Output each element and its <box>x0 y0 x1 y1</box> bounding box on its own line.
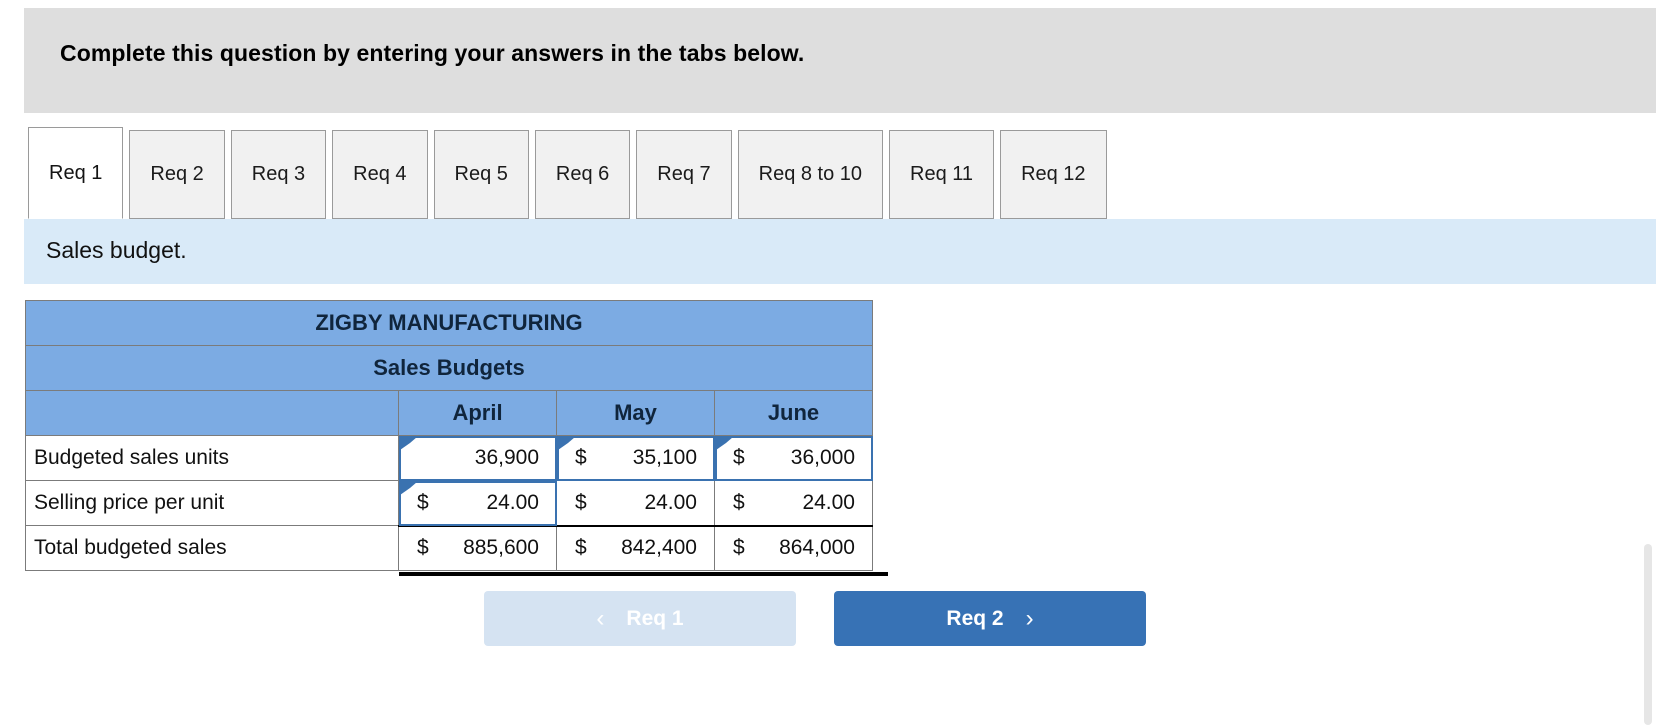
tab-label: Req 4 <box>353 163 407 185</box>
table-row: Budgeted sales units 36,900 $35,100 $36,000 <box>25 435 873 481</box>
subheader-band: Sales budget. <box>24 219 1656 284</box>
column-header-june: June <box>714 390 873 436</box>
row-label: Budgeted sales units <box>25 435 399 481</box>
currency-symbol: $ <box>733 446 745 469</box>
cell-value: 35,100 <box>632 446 697 469</box>
cell-may-r2[interactable]: $24.00 <box>556 480 715 526</box>
tab-req-10[interactable]: Req 12 <box>1000 130 1107 219</box>
requirement-navigation: ‹ Req 1 Req 2 › <box>484 591 1146 646</box>
tab-req-5[interactable]: Req 5 <box>433 130 529 219</box>
currency-symbol: $ <box>733 536 745 560</box>
currency-symbol: $ <box>417 490 429 514</box>
company-name-cell: ZIGBY MANUFACTURING <box>25 300 873 346</box>
next-requirement-label: Req 2 <box>946 606 1004 630</box>
table-company-row: ZIGBY MANUFACTURING <box>25 300 873 346</box>
table-row: Total budgeted sales $885,600 $842,400 $864… <box>25 524 873 571</box>
tab-req-8[interactable]: Req 8 to 10 <box>737 130 884 219</box>
corner-blank-cell <box>25 390 399 436</box>
tab-req-2[interactable]: Req 2 <box>129 130 225 219</box>
cell-value: 842,400 <box>621 536 697 560</box>
tab-label: Req 7 <box>657 163 711 185</box>
requirement-tabs: Req 1 Req 2 Req 3 Req 4 Req 5 Req 6 Req 7 Req 8… <box>28 127 1113 219</box>
sales-budget-table-wrapper: ZIGBY MANUFACTURING Sales Budgets April May… <box>25 300 888 576</box>
table-column-header-row: April May June <box>25 390 873 436</box>
next-requirement-button[interactable]: Req 2 › <box>834 591 1146 646</box>
tab-label: Req 2 <box>150 163 204 185</box>
instruction-banner: Complete this question by entering your … <box>24 8 1656 113</box>
comment-triangle-icon <box>558 437 575 450</box>
tab-req-4[interactable]: Req 4 <box>332 130 428 219</box>
row-label: Total budgeted sales <box>25 525 399 571</box>
prev-requirement-label: Req 1 <box>626 606 684 630</box>
instruction-text: Complete this question by entering your … <box>60 40 805 66</box>
table-bottom-double-rule <box>399 572 888 576</box>
table-row: Selling price per unit $24.00 $24.00 $24.00 <box>25 480 873 526</box>
cell-value: 24.00 <box>802 490 855 514</box>
currency-symbol: $ <box>575 490 587 514</box>
cell-june-r2[interactable]: $24.00 <box>714 480 873 526</box>
column-header-may: May <box>556 390 715 436</box>
tab-label: Req 5 <box>454 163 508 185</box>
tab-req-9[interactable]: Req 11 <box>889 130 995 219</box>
cell-may-r3[interactable]: $842,400 <box>556 524 715 571</box>
column-header-april: April <box>398 390 557 436</box>
cell-june-r1[interactable]: $36,000 <box>714 435 873 481</box>
chevron-left-icon: ‹ <box>596 604 605 632</box>
currency-symbol: $ <box>575 446 587 469</box>
cell-value: 864,000 <box>779 536 855 560</box>
cell-value: 24.00 <box>644 490 697 514</box>
cell-may-r1[interactable]: $35,100 <box>556 435 715 481</box>
vertical-scrollbar[interactable] <box>1644 544 1652 725</box>
cell-april-r1[interactable]: 36,900 <box>398 435 557 481</box>
chevron-right-icon: › <box>1025 604 1034 632</box>
tab-label: Req 8 to 10 <box>758 163 863 185</box>
table-title-cell: Sales Budgets <box>25 345 873 391</box>
tab-req-7[interactable]: Req 7 <box>636 130 732 219</box>
comment-triangle-icon <box>400 482 417 495</box>
row-label: Selling price per unit <box>25 480 399 526</box>
subheader-text: Sales budget. <box>46 237 187 263</box>
currency-symbol: $ <box>733 490 745 514</box>
prev-requirement-button[interactable]: ‹ Req 1 <box>484 591 796 646</box>
tab-label: Req 12 <box>1021 163 1086 185</box>
tab-label: Req 3 <box>251 163 306 185</box>
table-title-row: Sales Budgets <box>25 345 873 391</box>
comment-triangle-icon <box>716 437 733 450</box>
currency-symbol: $ <box>417 536 429 560</box>
cell-value: 36,900 <box>474 446 539 469</box>
comment-triangle-icon <box>400 437 417 450</box>
tab-label: Req 11 <box>910 163 974 185</box>
tab-label: Req 1 <box>49 161 103 184</box>
tab-req-1[interactable]: Req 1 <box>28 127 124 219</box>
sales-budget-table: ZIGBY MANUFACTURING Sales Budgets April May… <box>25 300 873 571</box>
cell-value: 36,000 <box>790 446 855 469</box>
tab-label: Req 6 <box>555 163 610 185</box>
currency-symbol: $ <box>575 536 587 560</box>
cell-value: 24.00 <box>486 490 539 514</box>
cell-value: 885,600 <box>463 536 539 560</box>
cell-june-r3[interactable]: $864,000 <box>714 524 873 571</box>
cell-april-r2[interactable]: $24.00 <box>398 480 557 526</box>
cell-april-r3[interactable]: $885,600 <box>398 524 557 571</box>
tab-req-3[interactable]: Req 3 <box>230 130 327 219</box>
tab-req-6[interactable]: Req 6 <box>534 130 631 219</box>
